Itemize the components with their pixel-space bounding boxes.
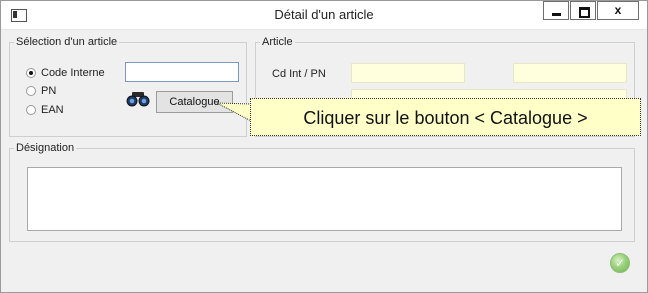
minimize-icon	[552, 13, 561, 16]
window-controls: x	[542, 1, 639, 21]
ok-checkmark-icon[interactable]: ✓	[610, 253, 630, 273]
radio-ean[interactable]: EAN	[26, 104, 64, 116]
tooltip: Cliquer sur le bouton < Catalogue >	[250, 98, 641, 136]
selection-group: Sélection d'un article Code Interne PN E…	[9, 36, 247, 137]
pn-field	[513, 63, 627, 83]
maximize-icon	[579, 7, 590, 18]
code-input[interactable]	[125, 62, 239, 82]
radio-button[interactable]	[26, 68, 36, 78]
title-bar[interactable]: Détail d'un article x	[1, 1, 647, 30]
check-glyph: ✓	[614, 256, 626, 270]
radio-label: Code Interne	[41, 67, 105, 79]
radio-label: PN	[41, 85, 57, 97]
radio-button[interactable]	[26, 86, 36, 96]
tooltip-pointer	[216, 102, 252, 122]
close-button[interactable]: x	[597, 1, 639, 20]
designation-group-label: Désignation	[14, 142, 77, 154]
minimize-button[interactable]	[543, 1, 569, 20]
selection-group-label: Sélection d'un article	[14, 36, 120, 48]
radio-code-interne[interactable]: Code Interne	[26, 67, 105, 79]
article-detail-window: Détail d'un article x Sélection d'un art…	[0, 0, 648, 293]
radio-pn[interactable]: PN	[26, 85, 56, 97]
cd-int-pn-label: Cd Int / PN	[272, 68, 326, 80]
article-group-label: Article	[260, 36, 295, 48]
cd-int-field	[351, 63, 465, 83]
maximize-button[interactable]	[570, 1, 596, 20]
radio-button[interactable]	[26, 105, 36, 115]
radio-label: EAN	[41, 104, 64, 116]
binoculars-icon[interactable]	[126, 90, 150, 108]
designation-textarea[interactable]	[27, 167, 622, 231]
designation-group: Désignation	[9, 142, 635, 242]
close-icon: x	[614, 3, 622, 17]
